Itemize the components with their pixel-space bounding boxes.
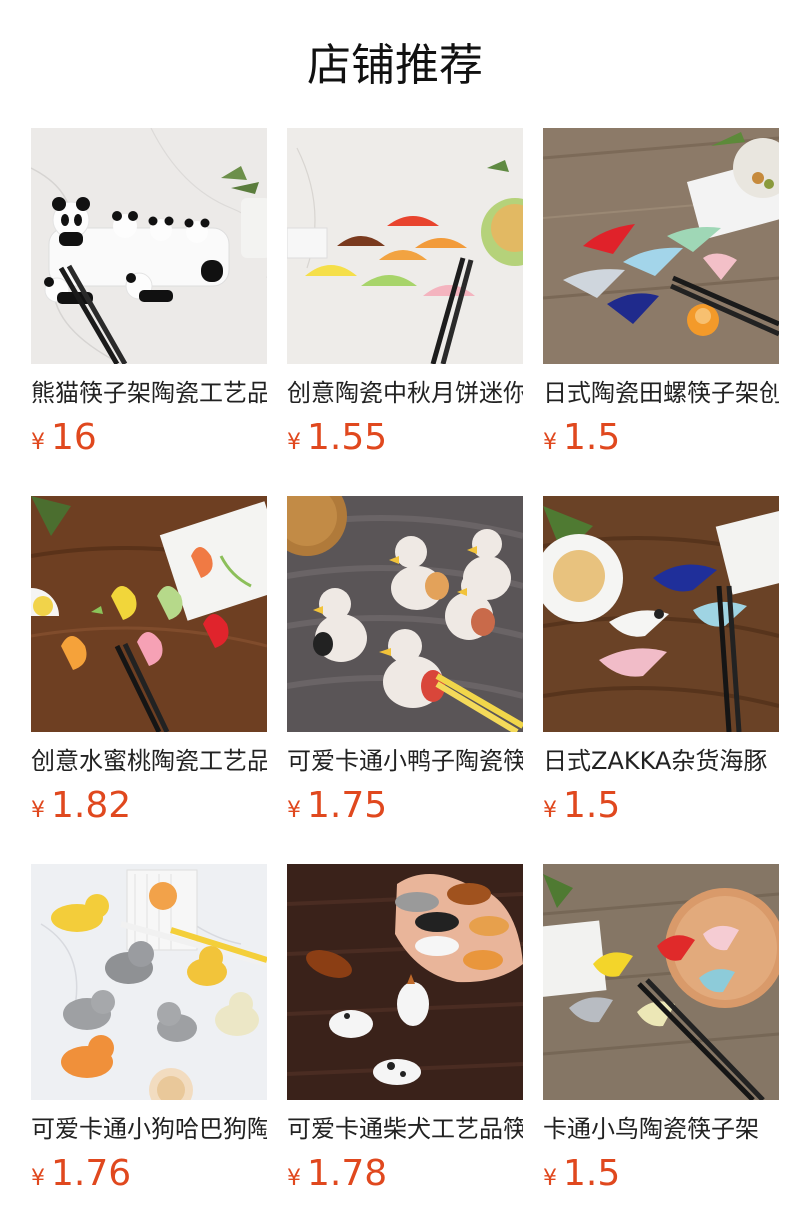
product-price: 1.5	[563, 785, 621, 826]
price-row: ¥1.5	[543, 416, 779, 460]
product-name[interactable]: 可爱卡通小鸭子陶瓷筷	[287, 746, 523, 776]
product-card-8[interactable]: 可爱卡通柴犬工艺品筷 ¥1.78	[287, 864, 523, 1204]
currency-symbol: ¥	[543, 430, 557, 455]
shiba-chopstick-rest-icon	[287, 864, 523, 1100]
product-price: 1.76	[51, 1153, 132, 1194]
price-row: ¥1.82	[31, 784, 267, 828]
conch-chopstick-rest-icon	[543, 128, 779, 364]
product-name[interactable]: 可爱卡通柴犬工艺品筷	[287, 1114, 523, 1144]
product-card-3[interactable]: 日式陶瓷田螺筷子架创 ¥1.5	[543, 128, 779, 468]
product-image-7[interactable]	[31, 864, 267, 1100]
product-card-5[interactable]: 可爱卡通小鸭子陶瓷筷 ¥1.75	[287, 496, 523, 836]
product-price: 16	[51, 417, 97, 458]
currency-symbol: ¥	[31, 798, 45, 823]
price-row: ¥1.75	[287, 784, 523, 828]
currency-symbol: ¥	[287, 1166, 301, 1191]
bird-chopstick-rest-icon	[543, 864, 779, 1100]
product-image-9[interactable]	[543, 864, 779, 1100]
product-card-6[interactable]: 日式ZAKKA杂货海豚 ¥1.5	[543, 496, 779, 836]
product-price: 1.78	[307, 1153, 388, 1194]
price-row: ¥1.78	[287, 1152, 523, 1196]
product-card-2[interactable]: 创意陶瓷中秋月饼迷你 ¥1.55	[287, 128, 523, 468]
dolphin-chopstick-rest-icon	[543, 496, 779, 732]
product-name[interactable]: 日式ZAKKA杂货海豚	[543, 746, 779, 776]
product-price: 1.55	[307, 417, 388, 458]
product-name[interactable]: 卡通小鸟陶瓷筷子架	[543, 1114, 779, 1144]
product-image-8[interactable]	[287, 864, 523, 1100]
product-name[interactable]: 创意水蜜桃陶瓷工艺品	[31, 746, 267, 776]
currency-symbol: ¥	[31, 1166, 45, 1191]
product-name[interactable]: 日式陶瓷田螺筷子架创	[543, 378, 779, 408]
mooncake-chopstick-rest-icon	[287, 128, 523, 364]
product-card-9[interactable]: 卡通小鸟陶瓷筷子架 ¥1.5	[543, 864, 779, 1204]
peach-chopstick-rest-icon	[31, 496, 267, 732]
price-row: ¥16	[31, 416, 267, 460]
product-price: 1.5	[563, 1153, 621, 1194]
page-title: 店铺推荐	[307, 40, 483, 91]
currency-symbol: ¥	[543, 1166, 557, 1191]
price-row: ¥1.55	[287, 416, 523, 460]
puppy-chopstick-rest-icon	[31, 864, 267, 1100]
product-card-7[interactable]: 可爱卡通小狗哈巴狗陶 ¥1.76	[31, 864, 267, 1204]
currency-symbol: ¥	[287, 798, 301, 823]
product-name[interactable]: 可爱卡通小狗哈巴狗陶	[31, 1114, 267, 1144]
product-image-5[interactable]	[287, 496, 523, 732]
product-card-1[interactable]: 熊猫筷子架陶瓷工艺品 ¥16	[31, 128, 267, 468]
product-name[interactable]: 创意陶瓷中秋月饼迷你	[287, 378, 523, 408]
product-card-4[interactable]: 创意水蜜桃陶瓷工艺品 ¥1.82	[31, 496, 267, 836]
product-price: 1.75	[307, 785, 388, 826]
price-row: ¥1.76	[31, 1152, 267, 1196]
currency-symbol: ¥	[31, 430, 45, 455]
product-name[interactable]: 熊猫筷子架陶瓷工艺品	[31, 378, 267, 408]
price-row: ¥1.5	[543, 1152, 779, 1196]
product-image-2[interactable]	[287, 128, 523, 364]
product-price: 1.5	[563, 417, 621, 458]
price-row: ¥1.5	[543, 784, 779, 828]
product-image-1[interactable]	[31, 128, 267, 364]
currency-symbol: ¥	[287, 430, 301, 455]
duck-chopstick-rest-icon	[287, 496, 523, 732]
panda-chopstick-rest-icon	[31, 128, 267, 364]
currency-symbol: ¥	[543, 798, 557, 823]
product-image-4[interactable]	[31, 496, 267, 732]
product-image-6[interactable]	[543, 496, 779, 732]
product-price: 1.82	[51, 785, 132, 826]
product-image-3[interactable]	[543, 128, 779, 364]
